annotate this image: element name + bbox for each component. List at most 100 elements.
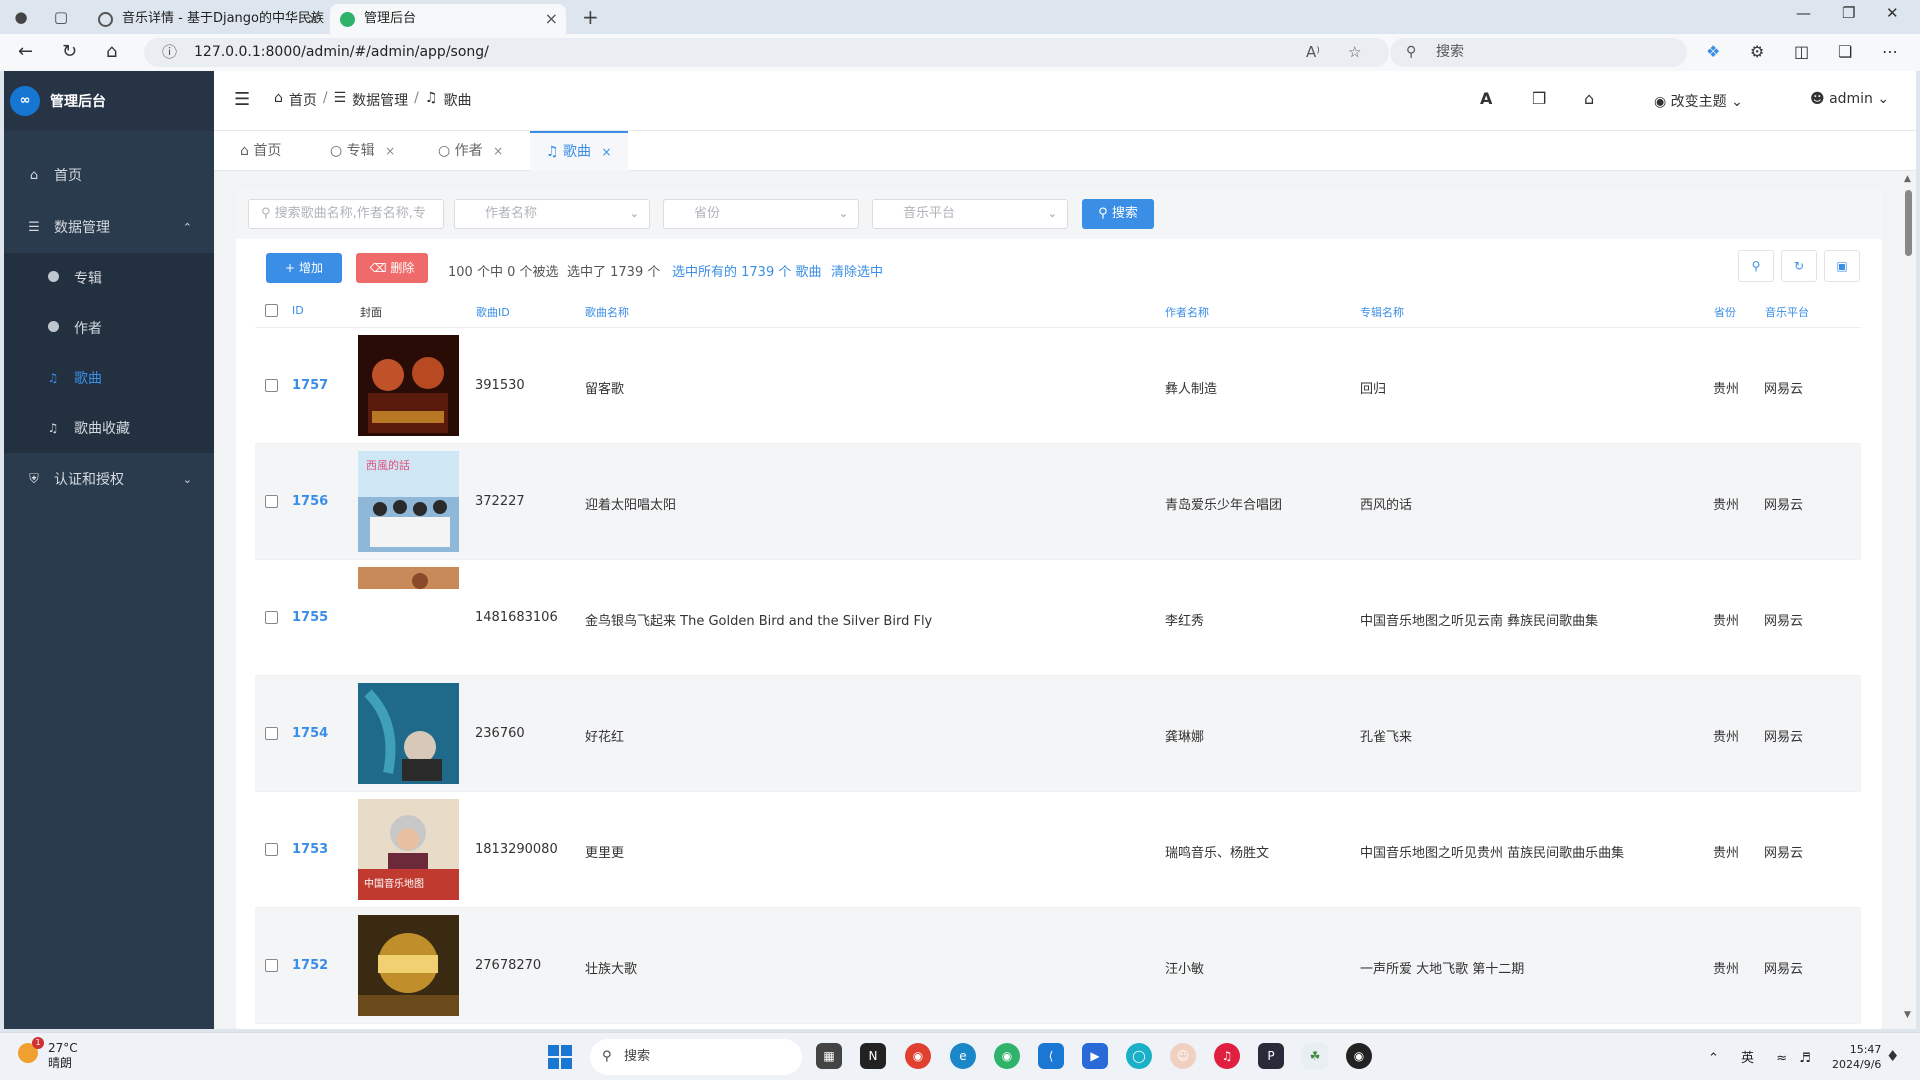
sidebar-item-data-management[interactable]: ☰ 数据管理 ⌃ [4,201,214,253]
fullscreen-icon[interactable]: ❒ [1532,89,1546,108]
minimize-icon[interactable]: — [1796,4,1811,22]
browser-tab-music-detail[interactable]: 音乐详情 - 基于Django的中华民族 × [88,4,328,34]
chrome-icon[interactable]: ◉ [905,1043,931,1069]
profile-icon[interactable]: ● [8,5,34,29]
row-checkbox[interactable] [265,843,278,856]
page-scrollbar[interactable]: ▲ ▼ [1903,174,1915,1024]
wifi-icon[interactable]: ≈ [1776,1051,1787,1066]
read-aloud-icon[interactable]: A⁾ [1306,38,1320,67]
header-author[interactable]: 作者名称 [1165,304,1209,320]
home-icon[interactable]: ⌂ [1584,89,1594,108]
scroll-down-icon[interactable]: ▼ [1904,1010,1911,1020]
author-select[interactable]: 作者名称 ⌄ [454,199,650,229]
header-province[interactable]: 省份 [1714,304,1736,320]
refresh-button[interactable]: ↻ [1781,250,1817,282]
search-input[interactable]: ⚲ 搜索歌曲名称,作者名称,专 [248,199,444,229]
windows-start-icon[interactable] [548,1045,572,1069]
wechat-icon[interactable]: ◉ [994,1043,1020,1069]
tab-home[interactable]: ⌂ 首页 [224,131,297,171]
table-row[interactable]: 1756 西風的話 372227 迎着太阳唱太阳 青岛爱乐少年合唱团 西风的话 … [255,444,1861,560]
scrollbar-thumb[interactable] [1905,190,1912,256]
home-icon[interactable]: ⌂ [106,41,117,62]
breadcrumb-home[interactable]: 首页 [289,90,317,110]
browser-search-box[interactable]: ⚲ 搜索 [1390,38,1687,67]
breadcrumb-data-management[interactable]: 数据管理 [352,90,408,110]
back-icon[interactable]: ← [18,41,33,62]
close-icon[interactable]: × [601,145,611,159]
favorite-star-icon[interactable]: ☆ [1348,38,1361,67]
extension-icon[interactable]: ❖ [1706,42,1720,61]
clock[interactable]: 15:47 2024/9/6 [1832,1042,1881,1072]
export-button[interactable]: ▣ [1824,250,1860,282]
sidebar-item-album[interactable]: 专辑 [4,253,214,303]
menu-toggle-icon[interactable]: ☰ [234,89,250,110]
close-window-icon[interactable]: ✕ [1886,4,1899,22]
restore-icon[interactable]: ❐ [1842,4,1855,22]
app-logo[interactable]: ∞ 管理后台 [4,71,214,131]
table-row[interactable]: 1754 236760 好花红 龚琳娜 孔雀飞来 贵州 网易云 [255,676,1861,792]
platform-select[interactable]: 音乐平台 ⌄ [872,199,1068,229]
sidebar-item-song-favorites[interactable]: ♫ 歌曲收藏 [4,403,214,453]
user-menu[interactable]: ☻ admin ⌄ [1810,91,1889,107]
url-bar[interactable]: ⓘ 127.0.0.1:8000/admin/#/admin/app/song/… [144,38,1389,67]
tab-album[interactable]: ○ 专辑 × [314,131,411,171]
province-select[interactable]: 省份 ⌄ [663,199,859,229]
row-id-link[interactable]: 1753 [292,842,328,857]
feishu-icon[interactable]: ▶ [1082,1043,1108,1069]
select-all-checkbox[interactable] [265,304,278,317]
clear-selection-link[interactable]: 清除选中 [831,261,883,280]
header-platform[interactable]: 音乐平台 [1765,304,1809,320]
sidebar-item-home[interactable]: ⌂ 首页 [4,149,214,201]
pinned-app-icon[interactable]: ☘ [1302,1043,1328,1069]
select-all-link[interactable]: 选中所有的 1739 个 歌曲 [672,261,821,280]
workspaces-icon[interactable]: ▢ [48,5,74,29]
sidebar-item-author[interactable]: 作者 [4,303,214,353]
notion-icon[interactable]: N [860,1043,886,1069]
row-checkbox[interactable] [265,495,278,508]
row-id-link[interactable]: 1757 [292,378,328,393]
delete-button[interactable]: ⌫ 删除 [356,253,428,283]
row-id-link[interactable]: 1755 [292,610,328,625]
row-checkbox[interactable] [265,727,278,740]
file-explorer-icon[interactable]: ▦ [816,1043,842,1069]
close-icon[interactable]: × [545,4,558,34]
row-id-link[interactable]: 1752 [292,958,328,973]
info-icon[interactable]: ⓘ [162,38,177,67]
theme-switcher[interactable]: ◉ 改变主题 ⌄ [1654,91,1743,111]
extensions-icon[interactable]: ⚙ [1750,42,1764,61]
pycharm-icon[interactable]: P [1258,1043,1284,1069]
scroll-up-icon[interactable]: ▲ [1904,174,1911,184]
input-method[interactable]: 英 [1741,1051,1754,1066]
avatar-app-icon[interactable]: ☺ [1170,1043,1196,1069]
split-screen-icon[interactable]: ◫ [1794,42,1809,61]
font-size-icon[interactable]: A [1480,89,1492,108]
header-album[interactable]: 专辑名称 [1360,304,1404,320]
tab-author[interactable]: ○ 作者 × [422,131,519,171]
row-id-link[interactable]: 1754 [292,726,328,741]
header-song-id[interactable]: 歌曲ID [476,304,510,320]
new-tab-button[interactable]: + [582,5,599,29]
collections-icon[interactable]: ❏ [1838,42,1852,61]
netease-music-icon[interactable]: ♫ [1214,1043,1240,1069]
table-row[interactable]: 1753 中国音乐地图 1813290080 更里更 瑞鸣音乐、杨胜文 中国音乐… [255,792,1861,908]
close-icon[interactable]: × [385,144,395,158]
sidebar-item-song[interactable]: ♫ 歌曲 [4,353,214,403]
close-icon[interactable]: × [493,144,503,158]
search-toggle-button[interactable]: ⚲ [1738,250,1774,282]
volume-icon[interactable]: ♬ [1799,1051,1811,1066]
close-icon[interactable]: × [307,4,320,34]
row-id-link[interactable]: 1756 [292,494,328,509]
row-checkbox[interactable] [265,611,278,624]
record-app-icon[interactable]: ◉ [1346,1043,1372,1069]
vscode-icon[interactable]: ⟨ [1038,1043,1064,1069]
browser-tab-admin[interactable]: 管理后台 × [330,4,566,34]
qq-browser-icon[interactable]: ◯ [1126,1043,1152,1069]
notification-bell-icon[interactable]: ♦ [1886,1047,1899,1065]
tab-song[interactable]: ♫ 歌曲 × [530,131,628,171]
row-checkbox[interactable] [265,959,278,972]
table-row[interactable]: 1755 1481683106 金鸟银鸟飞起来 The Golden Bird … [255,560,1861,676]
table-row[interactable]: 1752 27678270 壮族大歌 汪小敏 一声所爱 大地飞歌 第十二期 贵州… [255,908,1861,1024]
sidebar-item-auth[interactable]: ⛨ 认证和授权 ⌄ [4,453,214,505]
more-icon[interactable]: ⋯ [1882,42,1898,61]
table-row[interactable]: 1757 391530 留客歌 彝人制造 回归 贵州 网易云 [255,328,1861,444]
